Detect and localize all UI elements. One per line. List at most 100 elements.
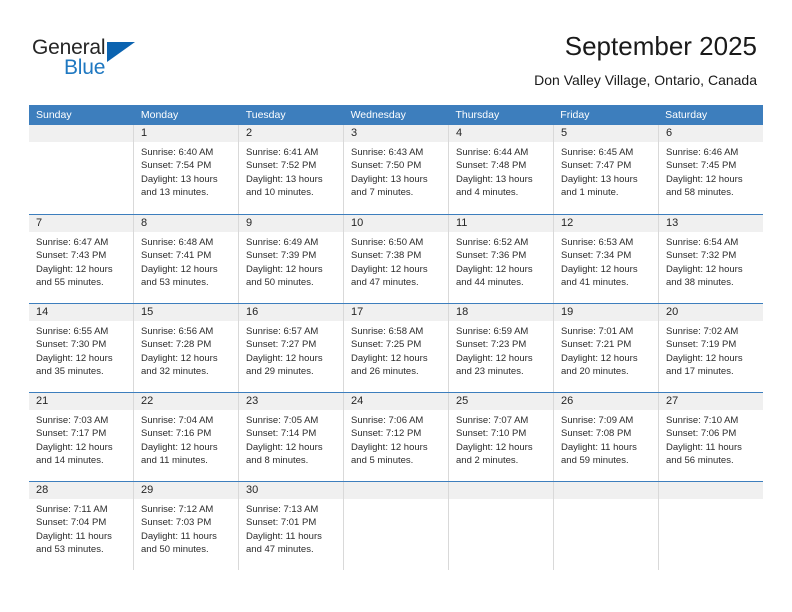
sunset-text: Sunset: 7:43 PM <box>36 250 107 262</box>
sunset-text: Sunset: 7:52 PM <box>246 160 317 172</box>
sunrise-text: Sunrise: 7:01 AM <box>561 326 634 337</box>
day-info: Sunrise: 6:52 AM Sunset: 7:36 PM Daylight:… <box>449 232 553 290</box>
daylight-text-line1: Daylight: 12 hours <box>456 263 533 275</box>
sunset-text: Sunset: 7:08 PM <box>561 428 632 440</box>
calendar-day-cell[interactable]: 1 Sunrise: 6:40 AM Sunset: 7:54 PM Daylight… <box>133 125 238 214</box>
calendar-day-cell[interactable]: 9 Sunrise: 6:49 AM Sunset: 7:39 PM Daylight… <box>238 215 343 303</box>
calendar-day-cell[interactable]: 4 Sunrise: 6:44 AM Sunset: 7:48 PM Daylight… <box>448 125 553 214</box>
calendar-day-cell[interactable]: 15 Sunrise: 6:56 AM Sunset: 7:28 PM Dayligh… <box>133 304 238 392</box>
daylight-text-line2: and 26 minutes. <box>351 366 419 378</box>
daylight-text-line1: Daylight: 12 hours <box>666 173 743 185</box>
sunset-text: Sunset: 7:41 PM <box>141 250 212 262</box>
calendar-day-cell[interactable]: 3 Sunrise: 6:43 AM Sunset: 7:50 PM Daylight… <box>343 125 448 214</box>
calendar-day-cell[interactable]: 18 Sunrise: 6:59 AM Sunset: 7:23 PM Dayligh… <box>448 304 553 392</box>
weekday-header-thursday: Thursday <box>455 109 500 121</box>
sunset-text: Sunset: 7:48 PM <box>456 160 527 172</box>
sunrise-text: Sunrise: 6:40 AM <box>141 147 214 158</box>
daylight-text-line2: and 8 minutes. <box>246 455 309 467</box>
calendar-day-cell[interactable]: 19 Sunrise: 7:01 AM Sunset: 7:21 PM Dayligh… <box>553 304 658 392</box>
calendar-page: General Blue September 2025 Don Valley V… <box>0 0 792 612</box>
sunset-text: Sunset: 7:36 PM <box>456 250 527 262</box>
daylight-text-line2: and 56 minutes. <box>666 455 734 467</box>
day-info: Sunrise: 7:03 AM Sunset: 7:17 PM Daylight:… <box>29 410 133 468</box>
calendar-day-cell[interactable]: 17 Sunrise: 6:58 AM Sunset: 7:25 PM Dayligh… <box>343 304 448 392</box>
calendar-day-cell[interactable]: 11 Sunrise: 6:52 AM Sunset: 7:36 PM Dayligh… <box>448 215 553 303</box>
day-number-band: 5 <box>554 125 658 142</box>
calendar-day-cell[interactable]: 10 Sunrise: 6:50 AM Sunset: 7:38 PM Dayligh… <box>343 215 448 303</box>
day-number: 10 <box>351 217 364 229</box>
sunrise-text: Sunrise: 6:46 AM <box>666 147 739 158</box>
daylight-text-line1: Daylight: 12 hours <box>36 263 113 275</box>
sunset-text: Sunset: 7:06 PM <box>666 428 737 440</box>
calendar-day-cell[interactable]: 26 Sunrise: 7:09 AM Sunset: 7:08 PM Dayligh… <box>553 393 658 481</box>
calendar-day-cell[interactable]: 12 Sunrise: 6:53 AM Sunset: 7:34 PM Dayligh… <box>553 215 658 303</box>
day-number-band: 10 <box>344 215 448 232</box>
calendar-day-cell[interactable]: 27 Sunrise: 7:10 AM Sunset: 7:06 PM Dayligh… <box>658 393 763 481</box>
daylight-text-line1: Daylight: 12 hours <box>351 263 428 275</box>
page-title: September 2025 <box>564 31 757 61</box>
day-number: 9 <box>246 217 253 229</box>
day-number-band: 9 <box>239 215 343 232</box>
calendar-day-cell[interactable]: 25 Sunrise: 7:07 AM Sunset: 7:10 PM Dayligh… <box>448 393 553 481</box>
calendar-day-cell[interactable]: 7 Sunrise: 6:47 AM Sunset: 7:43 PM Daylight… <box>29 215 133 303</box>
generalblue-logo[interactable]: General Blue <box>32 36 212 88</box>
day-info: Sunrise: 6:40 AM Sunset: 7:54 PM Daylight:… <box>134 142 238 200</box>
sunrise-text: Sunrise: 7:05 AM <box>246 415 319 426</box>
sunset-text: Sunset: 7:28 PM <box>141 339 212 351</box>
calendar-day-cell[interactable]: 13 Sunrise: 6:54 AM Sunset: 7:32 PM Dayligh… <box>658 215 763 303</box>
day-number: 26 <box>561 395 574 407</box>
calendar-day-cell-empty <box>29 125 133 214</box>
day-number-band: 28 <box>29 482 133 499</box>
day-number-band <box>449 482 553 499</box>
calendar-day-cell[interactable]: 2 Sunrise: 6:41 AM Sunset: 7:52 PM Daylight… <box>238 125 343 214</box>
sunset-text: Sunset: 7:32 PM <box>666 250 737 262</box>
day-info: Sunrise: 6:47 AM Sunset: 7:43 PM Daylight:… <box>29 232 133 290</box>
day-number-band: 17 <box>344 304 448 321</box>
weekday-header-wednesday: Wednesday <box>350 109 406 121</box>
daylight-text-line2: and 29 minutes. <box>246 366 314 378</box>
day-number-band: 29 <box>134 482 238 499</box>
calendar-day-cell[interactable]: 21 Sunrise: 7:03 AM Sunset: 7:17 PM Dayligh… <box>29 393 133 481</box>
daylight-text-line2: and 11 minutes. <box>141 455 208 467</box>
sunrise-text: Sunrise: 6:57 AM <box>246 326 319 337</box>
daylight-text-line1: Daylight: 13 hours <box>561 173 638 185</box>
sunset-text: Sunset: 7:16 PM <box>141 428 212 440</box>
daylight-text-line2: and 5 minutes. <box>351 455 414 467</box>
calendar-day-cell[interactable]: 28 Sunrise: 7:11 AM Sunset: 7:04 PM Dayligh… <box>29 482 133 570</box>
daylight-text-line2: and 44 minutes. <box>456 277 524 289</box>
calendar-day-cell[interactable]: 22 Sunrise: 7:04 AM Sunset: 7:16 PM Dayligh… <box>133 393 238 481</box>
calendar-day-cell[interactable]: 16 Sunrise: 6:57 AM Sunset: 7:27 PM Dayligh… <box>238 304 343 392</box>
weekday-header-sunday: Sunday <box>36 109 72 121</box>
calendar-day-cell[interactable]: 5 Sunrise: 6:45 AM Sunset: 7:47 PM Daylight… <box>553 125 658 214</box>
day-number: 6 <box>666 127 673 139</box>
calendar-day-cell[interactable]: 23 Sunrise: 7:05 AM Sunset: 7:14 PM Dayligh… <box>238 393 343 481</box>
day-number-band: 4 <box>449 125 553 142</box>
daylight-text-line1: Daylight: 12 hours <box>561 263 638 275</box>
calendar-day-cell[interactable]: 24 Sunrise: 7:06 AM Sunset: 7:12 PM Dayligh… <box>343 393 448 481</box>
day-info: Sunrise: 7:05 AM Sunset: 7:14 PM Daylight:… <box>239 410 343 468</box>
day-number-band: 1 <box>134 125 238 142</box>
daylight-text-line1: Daylight: 12 hours <box>246 352 323 364</box>
day-number-band: 13 <box>659 215 763 232</box>
day-info: Sunrise: 6:43 AM Sunset: 7:50 PM Daylight:… <box>344 142 448 200</box>
calendar-day-cell[interactable]: 29 Sunrise: 7:12 AM Sunset: 7:03 PM Dayligh… <box>133 482 238 570</box>
daylight-text-line2: and 50 minutes. <box>141 544 209 556</box>
day-number: 1 <box>141 127 148 139</box>
calendar-day-cell[interactable]: 6 Sunrise: 6:46 AM Sunset: 7:45 PM Daylight… <box>658 125 763 214</box>
day-number: 19 <box>561 306 574 318</box>
day-info: Sunrise: 7:07 AM Sunset: 7:10 PM Daylight:… <box>449 410 553 468</box>
calendar-day-cell-empty <box>343 482 448 570</box>
day-number-band: 23 <box>239 393 343 410</box>
calendar-day-cell[interactable]: 20 Sunrise: 7:02 AM Sunset: 7:19 PM Dayligh… <box>658 304 763 392</box>
day-number-band: 16 <box>239 304 343 321</box>
calendar-day-cell[interactable]: 8 Sunrise: 6:48 AM Sunset: 7:41 PM Daylight… <box>133 215 238 303</box>
sunrise-text: Sunrise: 7:13 AM <box>246 504 319 515</box>
daylight-text-line1: Daylight: 12 hours <box>456 441 533 453</box>
calendar-day-cell[interactable]: 30 Sunrise: 7:13 AM Sunset: 7:01 PM Dayligh… <box>238 482 343 570</box>
calendar-day-cell[interactable]: 14 Sunrise: 6:55 AM Sunset: 7:30 PM Dayligh… <box>29 304 133 392</box>
daylight-text-line1: Daylight: 12 hours <box>351 352 428 364</box>
daylight-text-line1: Daylight: 11 hours <box>561 441 637 453</box>
day-number-band <box>554 482 658 499</box>
day-info: Sunrise: 6:45 AM Sunset: 7:47 PM Daylight:… <box>554 142 658 200</box>
sunset-text: Sunset: 7:23 PM <box>456 339 527 351</box>
